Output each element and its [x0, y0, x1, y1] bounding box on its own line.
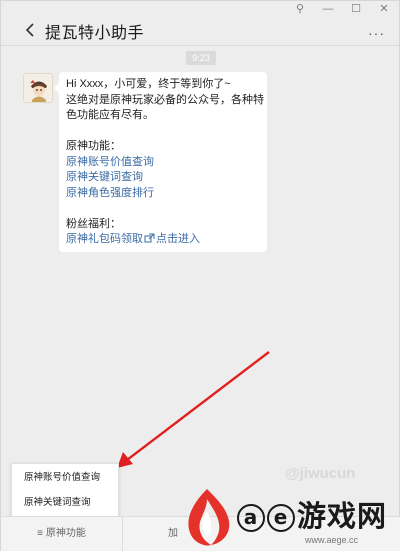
link-character-ranking[interactable]: 原神角色强度排行 [66, 187, 154, 199]
logo-letter-e: e [267, 504, 295, 532]
more-options-button[interactable]: ··· [368, 25, 385, 41]
message-intro-line: 色功能应有尽有。 [66, 109, 154, 121]
back-button[interactable] [23, 20, 37, 40]
external-link-icon [144, 233, 155, 243]
section-title-features: 原神功能： [66, 140, 121, 152]
submenu-item-keyword-query[interactable]: 原神关键词查询 [12, 491, 118, 515]
message-greeting: Hi Xxxx，小可爱，终于等到你了~ [66, 78, 231, 90]
logo-text: 游戏网 [297, 501, 388, 533]
menu-tab-genshin-features[interactable]: ≡ 原神功能 [1, 517, 123, 551]
submenu-item-account-value[interactable]: 原神账号价值查询 [12, 466, 118, 490]
link-keyword-query[interactable]: 原神关键词查询 [66, 171, 143, 183]
header-divider [1, 45, 399, 46]
message-bubble: Hi Xxxx，小可爱，终于等到你了~ 这绝对是原神玩家必备的公众号，各种特 色… [54, 72, 267, 252]
site-logo: a e 游戏网 www.aege.cc [179, 485, 399, 551]
submenu-popup: 原神账号价值查询 原神关键词查询 [11, 463, 119, 519]
flame-logo-icon [188, 489, 230, 546]
link-click-enter[interactable]: 点击进入 [156, 233, 200, 245]
chevron-left-icon [25, 23, 34, 37]
link-gift-code[interactable]: 原神礼包码领取 [66, 233, 143, 245]
logo-url: www.aege.cc [305, 535, 359, 545]
menu-lines-icon: ≡ [37, 528, 43, 539]
chat-window: ⚲ — ☐ ✕ 提瓦特小助手 ··· 9:23 Hi Xxxx，小可爱，终于等到… [0, 0, 400, 551]
character-avatar-icon [24, 74, 52, 102]
gift-link-row: 原神礼包码领取 点击进入 [66, 232, 260, 248]
link-account-value[interactable]: 原神账号价值查询 [66, 156, 154, 168]
page-title: 提瓦特小助手 [45, 25, 145, 42]
logo-letter-a: a [237, 504, 265, 532]
logo-wordmark: a e 游戏网 [237, 493, 387, 535]
pin-icon[interactable]: ⚲ [291, 2, 309, 16]
chat-header: 提瓦特小助手 ··· [1, 15, 399, 45]
maximize-icon[interactable]: ☐ [347, 2, 365, 16]
message-intro-line: 这绝对是原神玩家必备的公众号，各种特 [66, 93, 264, 106]
menu-tab-label: 原神功能 [45, 528, 86, 539]
minimize-icon[interactable]: — [319, 2, 337, 16]
message-timestamp: 9:23 [186, 51, 216, 65]
section-title-benefits: 粉丝福利： [66, 217, 121, 230]
avatar[interactable] [23, 73, 53, 103]
close-icon[interactable]: ✕ [375, 2, 393, 16]
